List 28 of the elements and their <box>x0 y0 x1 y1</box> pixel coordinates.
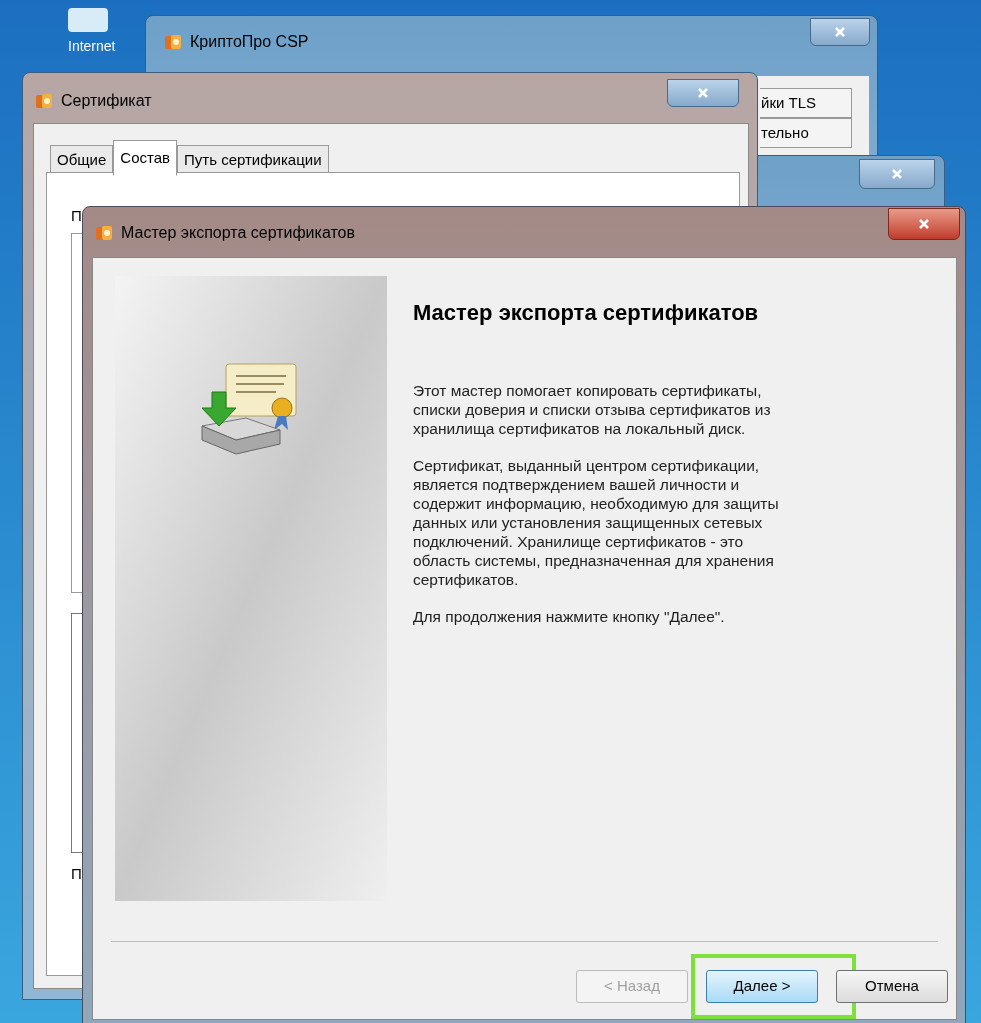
close-button[interactable] <box>810 18 870 46</box>
field-label: П <box>71 864 82 884</box>
close-icon <box>697 87 709 99</box>
paragraph: Для продолжения нажмите кнопку "Далее". <box>413 607 726 626</box>
wizard-button[interactable]: Далее > <box>706 970 818 1003</box>
field-label: П <box>71 206 82 226</box>
desktop-icon-label: Internet <box>68 37 116 56</box>
tab[interactable]: Общие <box>50 145 114 175</box>
tab[interactable]: тельно <box>760 118 852 148</box>
close-button[interactable] <box>888 208 960 240</box>
app-icon <box>35 92 53 110</box>
close-button[interactable] <box>859 159 935 189</box>
tab[interactable]: Путь сертификации <box>177 145 329 175</box>
wizard-heading: Мастер экспорта сертификатов <box>413 299 760 327</box>
tab[interactable]: Состав <box>113 140 177 176</box>
window-title: КриптоПро CSP <box>190 32 309 52</box>
wizard-button[interactable]: Отмена <box>836 970 948 1003</box>
paragraph: Сертификат, выданный центром сертификации, является подтверждением вашей личности и содержит информацию, необходимую для защиты данных или установления защищенных сетевых подключений. Хранилище сертификатов - это область системы, предназначенная для хранения сертификатов. <box>413 456 780 589</box>
tab[interactable]: йки TLS <box>760 88 852 118</box>
window-title: Сертификат <box>61 91 152 111</box>
close-button[interactable] <box>667 79 739 107</box>
close-icon <box>834 26 846 38</box>
close-icon <box>891 168 903 180</box>
app-icon <box>164 33 182 51</box>
app-icon <box>95 224 113 242</box>
close-icon <box>918 218 930 230</box>
window-title: Мастер экспорта сертификатов <box>121 223 355 243</box>
paragraph: Этот мастер помогает копировать сертификаты, списки доверия и списки отзыва сертификатов из хранилища сертификатов на локальный диск. <box>413 381 772 438</box>
